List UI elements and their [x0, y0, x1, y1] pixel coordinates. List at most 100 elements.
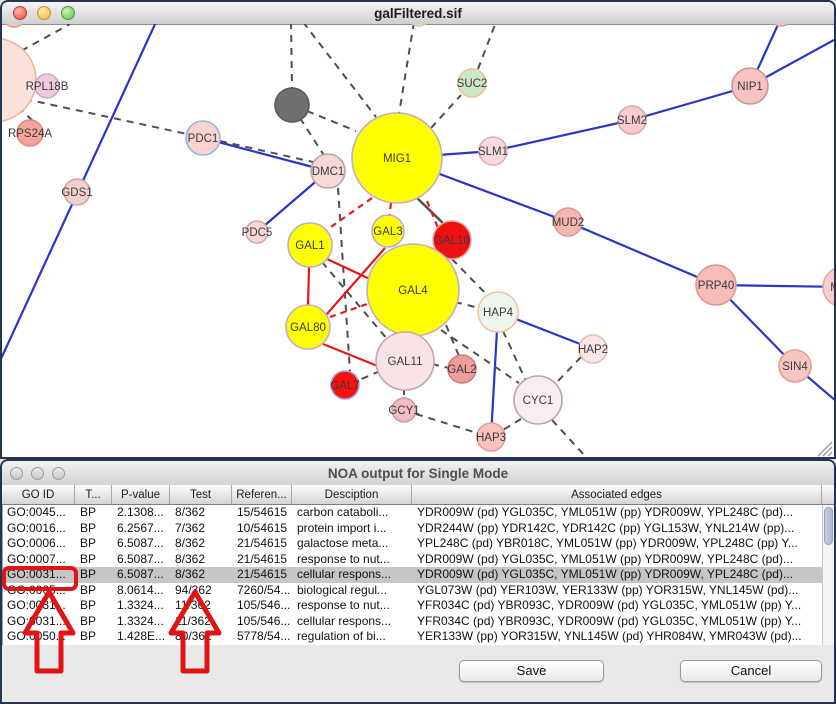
minimize-button[interactable]	[31, 467, 44, 480]
graph-edge-dash[interactable]	[478, 24, 496, 69]
table-cell: YDR009W (pd) YGL035C, YML051W (pp) YDR00…	[413, 505, 823, 521]
graph-node-label: HAP2	[578, 344, 608, 356]
table-cell: 7260/54...	[233, 583, 293, 599]
table-cell: 11/362	[171, 614, 233, 630]
minimize-button[interactable]	[37, 6, 51, 20]
graph-node-label: GCY1	[388, 405, 419, 417]
graph-edge-red[interactable]	[323, 344, 380, 367]
column-header[interactable]: GO ID	[2, 485, 75, 504]
table-cell: GO:0031...	[3, 567, 76, 583]
table-cell: biological regul...	[293, 583, 413, 599]
table-row[interactable]: GO:0007...BP6.5087...8/36221/54615respon…	[3, 552, 834, 568]
graph-node-label: RPL18B	[26, 81, 69, 93]
graph-node-unlabeled[interactable]	[769, 24, 793, 26]
network-graph-canvas[interactable]: RPL18BRPS24AGDS1PDC1MIG1SUC2SLM1SLM2NIP1…	[2, 24, 834, 457]
save-button[interactable]: Save	[459, 660, 604, 682]
table-row[interactable]: GO:0006...BP6.5087...8/36221/54615galact…	[3, 536, 834, 552]
graph-node-label: GDS1	[61, 187, 92, 199]
graph-node-unlabeled[interactable]	[2, 38, 36, 122]
table-cell: 21/54615	[233, 536, 293, 552]
cancel-button[interactable]: Cancel	[680, 660, 822, 682]
column-header[interactable]: P-value	[112, 485, 170, 504]
graph-edge-dash[interactable]	[303, 24, 376, 117]
graph-edge-dash[interactable]	[503, 419, 521, 430]
column-header[interactable]: Test	[170, 485, 232, 504]
graph-edge-dash[interactable]	[338, 188, 350, 372]
graph-edge-blue[interactable]	[568, 222, 716, 285]
table-cell: BP	[76, 567, 113, 583]
table-cell: BP	[76, 536, 113, 552]
column-header[interactable]: Referen...	[232, 485, 292, 504]
table-cell: BP	[76, 521, 113, 537]
graph-node-label: GAL80	[290, 322, 326, 334]
graph-edge-dash[interactable]	[416, 414, 477, 433]
table-header: GO IDT...P-valueTestReferen...Desciption…	[2, 485, 834, 505]
graph-edge-dash[interactable]	[220, 141, 313, 162]
table-cell: BP	[76, 629, 113, 645]
table-cell: 8/362	[171, 505, 233, 521]
table-cell: 1.3324...	[113, 598, 171, 614]
graph-edge-dash[interactable]	[557, 357, 581, 382]
resize-grip-icon[interactable]	[823, 447, 832, 456]
zoom-button[interactable]	[52, 467, 65, 480]
table-cell: response to nut...	[293, 598, 413, 614]
table-row[interactable]: GO:0065...BP8.0614...94/3627260/54...bio…	[3, 583, 834, 599]
graph-edge-reddash[interactable]	[321, 198, 372, 234]
graph-edge-dash[interactable]	[431, 95, 461, 128]
graph-edge-dash[interactable]	[399, 24, 414, 114]
graph-node-label: GAL10	[434, 235, 470, 247]
close-button[interactable]	[13, 6, 27, 20]
graph-edge-dash[interactable]	[291, 24, 292, 89]
graph-node-label: NIP1	[737, 81, 763, 93]
column-header[interactable]: Desciption	[292, 485, 412, 504]
zoom-button[interactable]	[61, 6, 75, 20]
graph-node-unlabeled[interactable]	[3, 24, 25, 27]
table-cell: GO:0031...	[3, 614, 76, 630]
network-window-titlebar[interactable]: galFiltered.sif	[2, 2, 834, 25]
graph-edge-dash[interactable]	[455, 302, 479, 308]
graph-edge-blue[interactable]	[493, 120, 632, 151]
graph-node-unlabeled[interactable]	[408, 24, 430, 26]
network-window-title: galFiltered.sif	[374, 6, 462, 21]
table-row[interactable]: GO:0031...BP1.3324...11/362105/546...cel…	[3, 614, 834, 630]
table-cell: 10/54615	[233, 521, 293, 537]
table-cell: 5778/54...	[233, 629, 293, 645]
table-row[interactable]: GO:0031...BP6.5087...8/36221/54615cellul…	[3, 567, 834, 583]
table-cell: 2.1308...	[113, 505, 171, 521]
column-header[interactable]: T...	[75, 485, 112, 504]
scrollbar-thumb[interactable]	[824, 507, 833, 545]
column-header[interactable]: Associated edges	[412, 485, 822, 504]
graph-node-label: SLM1	[478, 146, 508, 158]
vertical-scrollbar[interactable]	[822, 505, 834, 645]
table-cell: 6.5087...	[113, 552, 171, 568]
graph-edge-dash[interactable]	[300, 118, 325, 157]
table-cell: 1.3324...	[113, 614, 171, 630]
noa-window-title: NOA output for Single Mode	[328, 466, 508, 481]
table-cell: YER133W (pp) YOR315W, YNL145W (pd) YHR08…	[413, 629, 823, 645]
table-cell: 15/54615	[233, 505, 293, 521]
noa-window-titlebar[interactable]: NOA output for Single Mode	[2, 461, 834, 486]
table-cell: GO:0045...	[3, 505, 76, 521]
table-row[interactable]: GO:0045...BP2.1308...8/36215/54615carbon…	[3, 505, 834, 521]
graph-node-unlabeled[interactable]	[275, 88, 309, 122]
graph-edge-dash[interactable]	[552, 420, 586, 457]
graph-edge-red[interactable]	[308, 267, 309, 306]
graph-node-label: HAP4	[483, 307, 514, 319]
graph-edge-dash[interactable]	[357, 371, 380, 381]
table-cell: response to nut...	[293, 552, 413, 568]
close-button[interactable]	[10, 467, 23, 480]
table-cell: cellular respons...	[293, 567, 413, 583]
table-row[interactable]: GO:0016...BP6.2567...7/36210/54615protei…	[3, 521, 834, 537]
table-cell: 8/362	[171, 536, 233, 552]
resize-grip-icon[interactable]	[828, 452, 832, 456]
table-row[interactable]: GO:0050...BP1.428E...80/3625778/54...reg…	[3, 629, 834, 645]
graph-node-label: DMC1	[312, 166, 345, 178]
table-row[interactable]: GO:0031...BP1.3324...11/362105/546...res…	[3, 598, 834, 614]
graph-edge-blue[interactable]	[203, 138, 328, 171]
table-cell: GO:0031...	[3, 598, 76, 614]
graph-edge-dash[interactable]	[307, 111, 356, 131]
table-cell: protein import i...	[293, 521, 413, 537]
table-cell: 8/362	[171, 567, 233, 583]
table-cell: galactose meta...	[293, 536, 413, 552]
graph-node-label: SUC2	[457, 78, 488, 90]
